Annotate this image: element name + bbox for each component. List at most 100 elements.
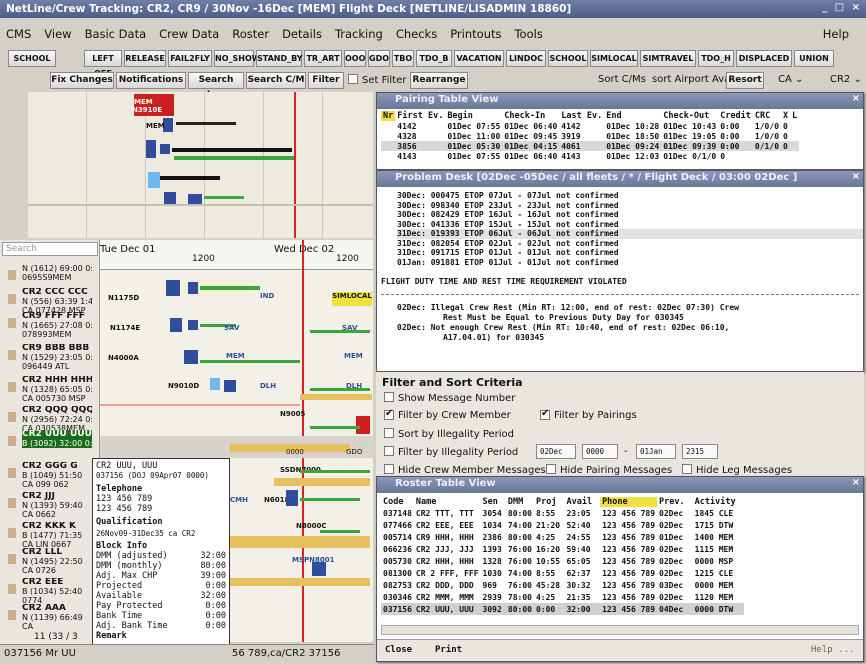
column-header[interactable]: Proj: [534, 497, 564, 507]
column-header[interactable]: Name: [414, 497, 481, 507]
column-header[interactable]: Activity: [693, 497, 744, 507]
crew-row[interactable]: CR9 BBB BBBN (1529) 23:05 0:00096449 ATL: [22, 344, 92, 371]
table-row[interactable]: 030346 CR2 MMM, MMM 2939 78:00 4:25 21:35 123 …: [381, 591, 744, 603]
search-cm-button[interactable]: Search C/M: [246, 72, 306, 89]
pairing-table-window[interactable]: Pairing Table View × Nr First Ev. Begin Chec…: [376, 92, 864, 170]
from-time-input[interactable]: 0000: [582, 444, 618, 459]
close-icon[interactable]: ×: [852, 93, 860, 104]
problem-row[interactable]: 30Dec: 082429 ETOP 16Jul - 16Jul not con…: [397, 210, 863, 220]
crew-row[interactable]: CR2 GGG GB (1049) 51:50 CA 099 062: [22, 462, 92, 489]
problem-row[interactable]: 31Dec: 082054 ETOP 02Jul - 02Jul not con…: [397, 239, 863, 249]
problem-row[interactable]: 01Jan: 091881 ETOP 01Jul - 01Jul not con…: [397, 258, 863, 268]
show-message-number-checkbox[interactable]: Show Message Number: [384, 392, 515, 404]
release-button[interactable]: RELEASE: [124, 50, 166, 67]
to-time-input[interactable]: 2315: [682, 444, 718, 459]
table-row[interactable]: 077466 CR2 EEE, EEE 1034 74:00 21:20 52:40 123…: [381, 519, 744, 531]
problem-row[interactable]: 31Dec: 091715 ETOP 01Jul - 01Jul not con…: [397, 248, 863, 258]
column-header[interactable]: Check-In: [502, 111, 559, 121]
table-row[interactable]: 005714 CR9 HHH, HHH 2386 80:00 4:25 24:55 123 …: [381, 531, 744, 543]
school-button[interactable]: SCHOOL: [8, 50, 56, 67]
column-header[interactable]: L: [790, 111, 799, 121]
crew-row[interactable]: CR2 UUU UUUB (3092) 32:00 0:00: [22, 430, 92, 448]
close-icon[interactable]: ×: [852, 171, 860, 182]
column-header[interactable]: Check-Out: [661, 111, 718, 121]
menu-tracking[interactable]: Tracking: [335, 27, 383, 41]
stand-by-button[interactable]: STAND_BY: [256, 50, 303, 67]
violation-detail[interactable]: 02Dec: Illegal Crew Rest (Min RT: 12:00,…: [377, 295, 863, 343]
search-leg-button[interactable]: Search Leg: [188, 72, 244, 100]
left-off-button[interactable]: LEFT OFF: [84, 50, 122, 78]
menu-checks[interactable]: Checks: [396, 27, 437, 41]
column-header[interactable]: Code: [381, 497, 414, 507]
column-header[interactable]: Begin: [445, 111, 502, 121]
tdo-h-button[interactable]: TDO_H: [698, 50, 734, 67]
hide-leg-messages-checkbox[interactable]: Hide Leg Messages: [682, 464, 792, 476]
crew-row[interactable]: CR2 QQQ QQQN (2956) 72:24 0:00CA 030538M…: [22, 406, 92, 433]
menu-roster[interactable]: Roster: [232, 27, 269, 41]
window-controls[interactable]: _ □ ×: [822, 2, 862, 13]
lindoc-button[interactable]: LINDOC: [506, 50, 546, 67]
table-row[interactable]: 082753 CR2 DDD, DDD 969 76:00 45:28 30:32 123 …: [381, 579, 744, 591]
problem-row[interactable]: 30Dec: 098340 ETOP 23Jul - 23Jul not con…: [397, 201, 863, 211]
sort-airport-select[interactable]: sort Airport Avail: [652, 74, 736, 85]
table-row[interactable]: 066236 CR2 JJJ, JJJ 1393 76:00 16:20 59:40 123…: [381, 543, 744, 555]
crew-row[interactable]: CR2 KKK KB (1477) 71:35 CA LIN 0667: [22, 522, 92, 549]
rearrange-button[interactable]: Rearrange: [410, 72, 468, 89]
table-row[interactable]: 037156 CR2 UUU, UUU 3092 80:00 0:00 32:00 123 …: [381, 603, 744, 615]
vacation-button[interactable]: VACATION: [454, 50, 504, 67]
menu-cms[interactable]: CMS: [6, 27, 31, 41]
fix-changes-button[interactable]: Fix Changes: [50, 72, 114, 89]
menu-help[interactable]: Help: [823, 27, 849, 41]
hide-pairing-messages-checkbox[interactable]: Hide Pairing Messages: [546, 464, 672, 476]
filter-crew-checkbox[interactable]: Filter by Crew Member: [384, 410, 511, 421]
pairing-gantt[interactable]: MEM N3910E MEM: [28, 92, 373, 238]
table-row[interactable]: 4328 01Dec 11:00 01Dec 09:45 3919 01Dec 18:5…: [381, 131, 799, 141]
ca-select[interactable]: CA ⌄: [778, 74, 803, 85]
menu-printouts[interactable]: Printouts: [450, 27, 501, 41]
column-header[interactable]: Nr: [381, 111, 396, 121]
tr-art-button[interactable]: TR_ART: [304, 50, 342, 67]
crew-row[interactable]: CR2 AAA N (1139) 66:49 CA: [22, 604, 92, 631]
union-button[interactable]: UNION: [794, 50, 834, 67]
column-header[interactable]: Phone: [600, 497, 658, 507]
close-button[interactable]: Close: [385, 645, 412, 655]
sort-illegality-checkbox[interactable]: Sort by Illegality Period: [384, 428, 514, 440]
table-row[interactable]: 4143 01Dec 07:55 01Dec 06:40 4143 01Dec 12:0…: [381, 151, 799, 161]
resort-button[interactable]: Resort: [726, 72, 764, 89]
menu-basic-data[interactable]: Basic Data: [85, 27, 147, 41]
school2-button[interactable]: SCHOOL: [548, 50, 588, 67]
problem-list[interactable]: 30Dec: 000475 ETOP 07Jul - 07Jul not con…: [377, 187, 863, 267]
set-filter-checkbox[interactable]: [348, 74, 358, 84]
column-header[interactable]: CRC: [753, 111, 781, 121]
simtravel-button[interactable]: SIMTRAVEL: [640, 50, 696, 67]
column-header[interactable]: First Ev.: [395, 111, 445, 121]
cr2-select[interactable]: CR2 ⌄: [830, 74, 862, 85]
column-header[interactable]: End: [604, 111, 661, 121]
menu-tools[interactable]: Tools: [514, 27, 542, 41]
table-row[interactable]: 3856 01Dec 05:30 01Dec 04:15 4061 01Dec 09:2…: [381, 141, 800, 151]
filter-pairings-checkbox[interactable]: Filter by Pairings: [540, 410, 637, 421]
crew-row[interactable]: CR2 LLL N (1495) 22:50 CA 0726: [22, 548, 92, 575]
problem-row[interactable]: 30Dec: 000475 ETOP 07Jul - 07Jul not con…: [397, 191, 863, 201]
problem-row[interactable]: 31Dec: 019393 ETOP 06Jul - 06Jul not con…: [397, 229, 863, 239]
menu-details[interactable]: Details: [282, 27, 322, 41]
crew-row[interactable]: N (1612) 69:00 0:000695S9MEM: [22, 264, 92, 282]
crew-row[interactable]: CR2 HHH HHHN (1328) 65:05 0:00CA 005730 …: [22, 376, 92, 403]
ooo-button[interactable]: OOO: [344, 50, 366, 67]
table-row[interactable]: 081300 CR 2 FFF, FFF 1030 74:00 8:55 62:37 123…: [381, 567, 744, 579]
search-input[interactable]: Search: [2, 242, 98, 256]
problem-desk-window[interactable]: Problem Desk [02Dec -05Dec / all fleets …: [376, 170, 864, 372]
help-button[interactable]: Help ...: [811, 645, 854, 655]
notifications-button[interactable]: Notifications: [116, 72, 186, 89]
table-row[interactable]: 037148 CR2 TTT, TTT 3054 80:00 8:55 23:05 123 …: [381, 507, 744, 519]
simlocal-block[interactable]: SIMLOCAL: [332, 292, 372, 306]
column-header[interactable]: Avail: [564, 497, 600, 507]
problem-row[interactable]: 30Dec: 041336 ETOP 15Jul - 15Jul not con…: [397, 220, 863, 230]
displaced-button[interactable]: DISPLACED: [736, 50, 792, 67]
from-date-input[interactable]: 02Dec: [536, 444, 576, 459]
table-row[interactable]: 005730 CR2 HHH, HHH 1328 76:00 10:55 65:05 123…: [381, 555, 744, 567]
tbo-button[interactable]: TBO: [392, 50, 414, 67]
set-filter-toggle[interactable]: Set Filter: [348, 74, 406, 86]
crew-row[interactable]: CR2 EEE B (1034) 52:40 0774: [22, 578, 92, 605]
no-show-button[interactable]: NO_SHOW: [214, 50, 261, 67]
